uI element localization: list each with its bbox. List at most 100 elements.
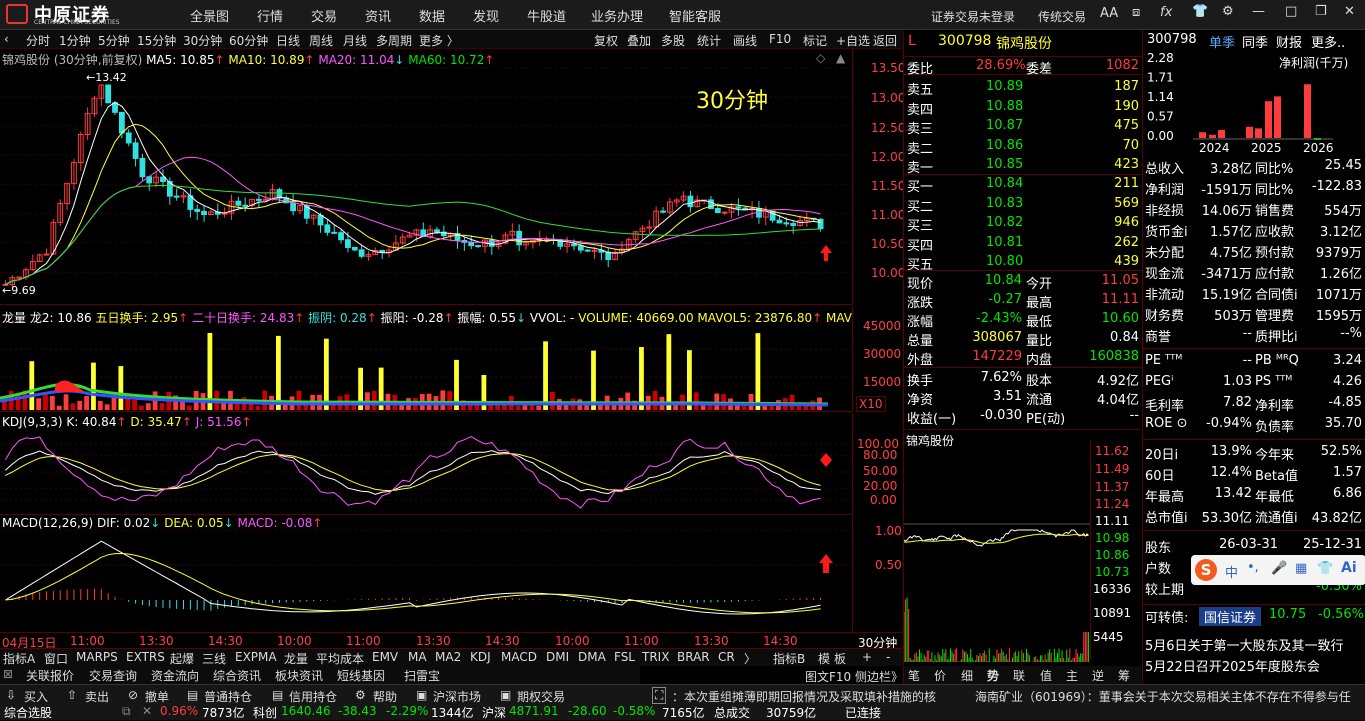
news-item[interactable]: 5月6日关于第一大股东及其一致行 xyxy=(1143,633,1365,654)
ind-tab[interactable]: EXPMA xyxy=(235,650,277,664)
func-tab[interactable]: 交易查询 xyxy=(89,667,137,684)
minimize-icon[interactable]: — xyxy=(1252,4,1265,19)
sogou-icon[interactable]: S xyxy=(1195,559,1217,581)
cancel-icon[interactable]: ⊘ xyxy=(128,688,138,702)
period-tab-more[interactable]: 更多 〉 xyxy=(419,32,459,49)
popout-icon[interactable]: ⧉ xyxy=(122,704,131,719)
period-tab-60min[interactable]: 60分钟 xyxy=(229,32,268,49)
tool-stats[interactable]: 统计 xyxy=(697,32,721,49)
tool-overlay[interactable]: 叠加 xyxy=(627,32,651,49)
conv-name[interactable]: 国信证券 xyxy=(1199,607,1262,626)
ind-tab[interactable]: 三线 xyxy=(202,650,226,667)
menu-bull-path[interactable]: 牛股道 xyxy=(527,6,566,25)
punct-icon[interactable]: •, xyxy=(1247,560,1259,575)
mini-tab[interactable]: 值 xyxy=(1040,667,1052,684)
period-tab-month[interactable]: 月线 xyxy=(343,32,367,49)
mini-tab[interactable]: 细 xyxy=(961,667,973,684)
ind-tab[interactable]: MARPS xyxy=(76,650,118,664)
menu-panorama[interactable]: 全景图 xyxy=(190,6,229,25)
mini-tab[interactable]: 笔 xyxy=(908,667,920,684)
buy-icon[interactable]: ⇩ xyxy=(6,688,16,702)
ind-tab[interactable]: 〉 xyxy=(744,650,756,667)
func-tab[interactable]: 板块资讯 xyxy=(275,667,323,684)
tool-draw[interactable]: 画线 xyxy=(733,32,757,49)
font-size-button[interactable]: AA xyxy=(1100,6,1118,21)
market-button[interactable]: 沪深市场 xyxy=(433,688,481,705)
mini-tab[interactable]: 联 xyxy=(1013,667,1025,684)
ind-tab[interactable]: CR xyxy=(718,650,735,664)
func-tab[interactable]: 短线基因 xyxy=(337,667,385,684)
close-panel-icon[interactable]: ✕ xyxy=(142,704,152,718)
period-tab-15min[interactable]: 15分钟 xyxy=(137,32,176,49)
shirt-skin-icon[interactable]: 👕 xyxy=(1317,561,1333,576)
ind-tab[interactable]: 窗口 xyxy=(44,650,68,667)
ind-tab-active[interactable]: MACD xyxy=(501,650,537,664)
triangle-icon[interactable]: ▲ xyxy=(836,51,845,65)
restore-icon[interactable]: ❐ xyxy=(1315,4,1327,19)
mini-tab[interactable]: 主 xyxy=(1066,667,1078,684)
menu-trade[interactable]: 交易 xyxy=(311,6,337,25)
period-tab-day[interactable]: 日线 xyxy=(276,32,300,49)
func-tab[interactable]: 关联报价 xyxy=(26,667,74,684)
ind-tab[interactable]: 指标A xyxy=(3,650,35,667)
ind-tab[interactable]: DMA xyxy=(578,650,606,664)
kdj-pane[interactable]: KDJ(9,3,3) K: 40.84↑ D: 35.47↑ J: 51.56↑ xyxy=(0,413,852,515)
func-tab[interactable]: 综合资讯 xyxy=(213,667,261,684)
menu-smart-service[interactable]: 智能客服 xyxy=(669,6,721,25)
ind-tab[interactable]: FSL xyxy=(614,650,635,664)
fin-tab-report[interactable]: 财报 xyxy=(1276,32,1302,51)
ind-tab[interactable]: MA2 xyxy=(435,650,461,664)
ai-toolbar[interactable]: S 中 •, 🎤 ▦ 👕 Ai xyxy=(1191,555,1365,585)
shirt-icon[interactable]: 👕 xyxy=(1192,4,1208,19)
news-text[interactable]: 5月22日召开2025年度股东会 xyxy=(1145,656,1320,675)
mini-intraday-chart[interactable] xyxy=(904,448,1090,664)
period-tab-1min[interactable]: 1分钟 xyxy=(59,32,91,49)
ind-tab[interactable]: EMV xyxy=(372,650,398,664)
cancel-order-button[interactable]: 撤单 xyxy=(145,688,169,705)
ind-tab[interactable]: 龙量 xyxy=(284,650,308,667)
buy-button[interactable]: 买入 xyxy=(24,688,48,705)
market-icon[interactable]: ▣ xyxy=(416,688,427,702)
period-tab-fenshi[interactable]: 分时 xyxy=(26,32,50,49)
sidebar-link[interactable]: 侧边栏 xyxy=(855,670,891,684)
ind-tab[interactable]: KDJ xyxy=(470,650,491,664)
menu-quotes[interactable]: 行情 xyxy=(257,6,283,25)
news-text[interactable]: 5月6日关于第一大股东及其一致行 xyxy=(1145,635,1344,654)
screener-label[interactable]: 综合选股 xyxy=(4,704,52,721)
ind-tab[interactable]: MA xyxy=(408,650,427,664)
ind-tab[interactable]: 指标B xyxy=(773,650,805,667)
trade-mode[interactable]: 传统交易 xyxy=(1038,8,1086,25)
close-icon[interactable]: ✕ xyxy=(1344,4,1355,19)
fin-tab-single[interactable]: 单季 xyxy=(1209,32,1235,51)
sell-icon[interactable]: ⇧ xyxy=(67,688,77,702)
gear-icon[interactable]: ⚙ xyxy=(1222,4,1234,19)
tool-f10[interactable]: F10 xyxy=(769,32,791,46)
tool-back[interactable]: 返回 xyxy=(873,32,897,49)
expand-icon[interactable]: ⛶ xyxy=(652,687,667,704)
diamond-icon[interactable]: ◇ xyxy=(816,51,825,65)
help-button[interactable]: 帮助 xyxy=(373,688,397,705)
news-ticker-1[interactable]: ：本次重组摊薄即期回报情况及采取填补措施的核 xyxy=(672,688,936,705)
news-ticker-2[interactable]: 海南矿业（601969）：董事会关于本次交易相关主体不存在不得参与任 xyxy=(975,688,1351,705)
ind-tab[interactable]: EXTRS xyxy=(126,650,165,664)
option-button[interactable]: 期权交易 xyxy=(517,688,565,705)
collapse-icon[interactable]: ‹ xyxy=(4,32,9,46)
func-tab[interactable]: 资金流向 xyxy=(151,667,199,684)
period-tab-week[interactable]: 周线 xyxy=(309,32,333,49)
period-tab-5min[interactable]: 5分钟 xyxy=(98,32,130,49)
ind-tab[interactable]: 平均成本 xyxy=(316,650,364,667)
tool-multi-stock[interactable]: 多股 xyxy=(661,32,685,49)
menu-news[interactable]: 资讯 xyxy=(365,6,391,25)
sell-button[interactable]: 卖出 xyxy=(85,688,109,705)
credit-icon[interactable]: ▤ xyxy=(272,688,283,702)
minus-icon[interactable]: - xyxy=(886,650,890,664)
ind-tab[interactable]: DMI xyxy=(546,650,569,664)
login-status[interactable]: 证券交易未登录 xyxy=(931,8,1015,25)
fx-icon[interactable]: fx xyxy=(1160,5,1172,20)
menu-business[interactable]: 业务办理 xyxy=(591,6,643,25)
maximize-icon[interactable]: □ xyxy=(1285,4,1297,19)
period-tab-30min[interactable]: 30分钟 xyxy=(183,32,222,49)
mini-tab[interactable]: 逆 xyxy=(1092,667,1104,684)
fin-tab-more[interactable]: 更多.. xyxy=(1311,32,1345,51)
ind-tab[interactable]: 模 xyxy=(818,650,830,667)
